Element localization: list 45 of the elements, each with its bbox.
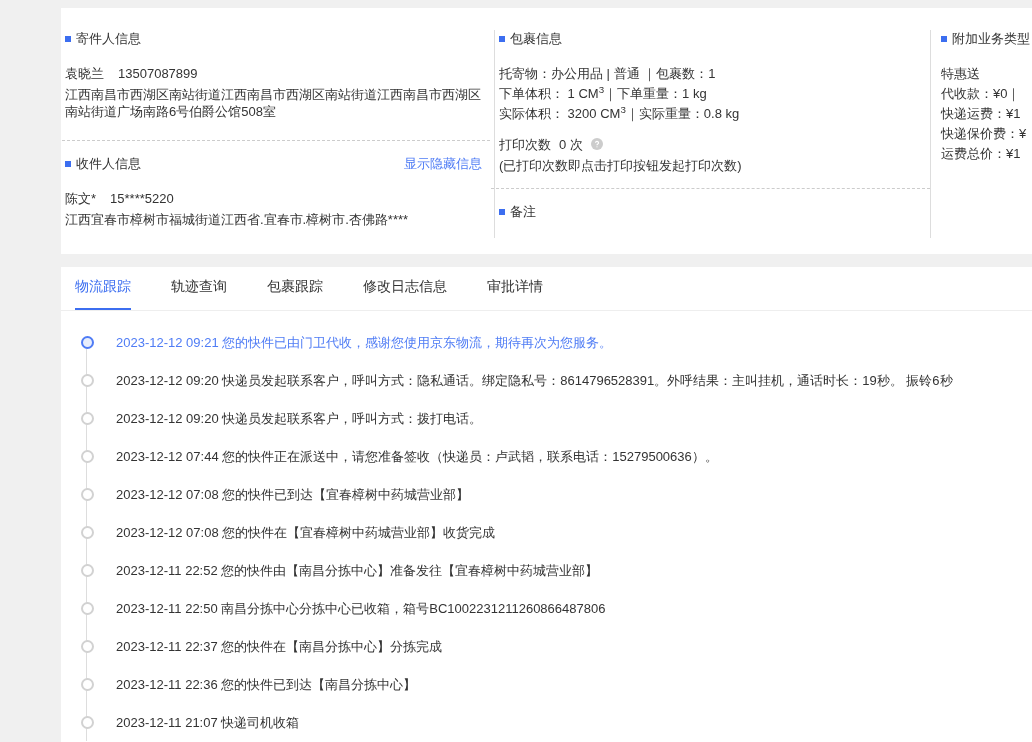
section-title: 包裹信息 — [510, 31, 562, 48]
sender-name: 袁晓兰 — [65, 64, 104, 82]
print-count: 0 次 — [559, 135, 583, 153]
tab[interactable]: 审批详情 — [487, 267, 543, 311]
timeline-entry: 2023-12-12 07:08 您的快件已到达【宜春樟树中药城营业部】 — [116, 485, 470, 504]
timeline-entry: 2023-12-11 22:36 您的快件已到达【南昌分拣中心】 — [116, 675, 417, 694]
timeline-entry: 2023-12-12 09:21 您的快件已由门卫代收，感谢您使用京东物流，期待再次为您服务。 — [116, 333, 613, 352]
section-title: 附加业务类型 — [952, 31, 1030, 48]
package-detail: 下单体积： 1 CM$^{3}$｜下单重量：1 kg — [499, 84, 708, 102]
fee-detail: 特惠送 — [941, 64, 981, 82]
timeline-entry: 2023-12-12 07:44 您的快件正在派送中，请您准备签收（快递员：卢武韬，联系电话：15279500636）。 — [116, 447, 718, 466]
tab[interactable]: 物流跟踪 — [75, 267, 131, 311]
section-title: 备注 — [510, 203, 536, 221]
timeline-entry: 2023-12-12 07:08 您的快件在【宜春樟树中药城营业部】收货完成 — [116, 523, 496, 542]
tab[interactable]: 修改日志信息 — [363, 267, 447, 311]
square-icon — [65, 36, 71, 43]
package-detail: 实际体积： 3200 CM$^{3}$｜实际重量：0.8 kg — [499, 104, 741, 122]
print-note: (已打印次数即点击打印按钮发起打印次数) — [499, 156, 743, 174]
package-detail: 托寄物：办公用品 | 普通 ｜包裹数：1 — [499, 64, 717, 82]
timeline-entry: 2023-12-11 22:52 您的快件由【南昌分拣中心】准备发往【宜春樟树中药城营业部】 — [116, 561, 599, 580]
show-hidden-info-link[interactable]: 显示隐藏信息 — [404, 154, 482, 174]
receiver-phone: 15****5220 — [110, 189, 174, 207]
timeline-entry: 2023-12-12 09:20 快递员发起联系客户，呼叫方式：拨打电话。 — [116, 409, 483, 428]
fee-detail: 快递运费：¥1 — [941, 104, 1022, 122]
receiver-address: 江西宜春市樟树市福城街道江西省.宜春市.樟树市.杏佛路**** — [65, 210, 410, 228]
square-icon — [499, 209, 505, 216]
fee-detail: 快递保价费：¥ — [941, 124, 1028, 142]
sender-address: 江西南昌市西湖区南站街道江西南昌市西湖区南站街道江西南昌市西湖区南站街道广场南路6号伯爵公馆508室 — [65, 85, 482, 120]
timeline-entry: 2023-12-11 21:07 快递司机收箱 — [116, 713, 300, 732]
print-count-label: 打印次数 — [499, 135, 551, 153]
fee-detail: 代收款：¥0｜ — [941, 84, 1022, 102]
tab[interactable]: 轨迹查询 — [171, 267, 227, 311]
timeline-entry: 2023-12-12 09:20 快递员发起联系客户，呼叫方式：隐私通话。绑定隐私号：8614796528391。外呼结果：主叫挂机，通话时长：19秒。 振铃6秒 — [116, 371, 953, 390]
receiver-name: 陈文* — [65, 189, 97, 207]
fee-detail: 运费总价：¥1 — [941, 144, 1022, 162]
timeline-entry: 2023-12-11 22:37 您的快件在【南昌分拣中心】分拣完成 — [116, 637, 443, 656]
section-title: 寄件人信息 — [76, 31, 141, 48]
square-icon — [499, 36, 505, 43]
square-icon — [65, 161, 71, 168]
sender-phone: 13507087899 — [118, 64, 198, 82]
square-icon — [941, 36, 947, 43]
section-title: 收件人信息 — [76, 155, 141, 173]
help-icon — [590, 138, 603, 151]
tab[interactable]: 包裹跟踪 — [267, 267, 323, 311]
timeline-entry: 2023-12-11 22:50 南昌分拣中心分拣中心已收箱，箱号BC1002231211260866487806 — [116, 599, 606, 618]
